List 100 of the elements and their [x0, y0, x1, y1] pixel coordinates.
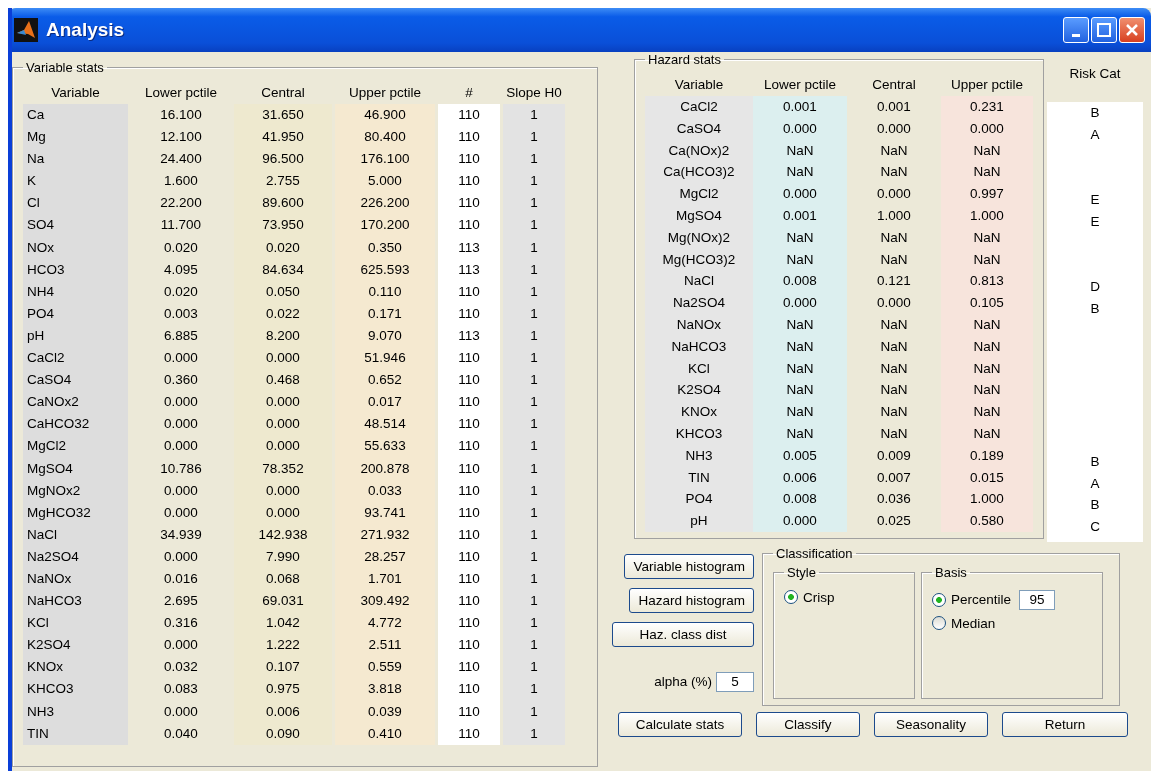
column-header: Variable	[50, 84, 101, 102]
table-cell: 110	[438, 302, 500, 325]
table-cell: 1	[503, 590, 565, 613]
table-cell: 110	[438, 457, 500, 480]
table-cell-text: 0.000	[163, 393, 199, 412]
table-cell: 110	[438, 104, 500, 127]
table-cell: 0.350	[335, 236, 435, 259]
table-cell: 142.938	[234, 523, 332, 546]
table-cell-text: NaN	[879, 250, 909, 269]
table-cell: 1	[503, 567, 565, 591]
table-cell-text: NaN	[879, 228, 909, 247]
table-cell: NH4	[23, 280, 128, 303]
table-cell: 176.100	[335, 148, 435, 171]
table-cell-text: 2.695	[163, 592, 199, 611]
table-cell: 110	[438, 391, 500, 414]
column-header: Lower pctile	[143, 84, 218, 102]
table-cell: 9.070	[335, 324, 435, 348]
table-cell: Mg(NOx)2	[645, 226, 753, 249]
table-cell-text: 0.000	[163, 481, 199, 500]
table-cell: 0.105	[941, 292, 1033, 314]
table-cell: TIN	[645, 466, 753, 489]
table-cell: 4.772	[335, 612, 435, 635]
input-field[interactable]: 95	[1019, 589, 1056, 610]
panel-title: Hazard stats	[648, 52, 721, 67]
table-cell: 2.755	[234, 170, 332, 193]
maximize-button[interactable]	[1091, 17, 1117, 43]
action-button[interactable]: Hazard histogram	[629, 587, 754, 613]
close-button[interactable]	[1119, 17, 1145, 43]
radio-button[interactable]	[932, 592, 946, 607]
table-cell-text: 0.003	[163, 304, 199, 323]
table-cell: NaN	[941, 379, 1033, 402]
table-cell: 1	[503, 324, 565, 348]
table-cell: CaHCO32	[23, 413, 128, 436]
table-cell: 0.000	[234, 479, 332, 502]
action-button[interactable]: Variable histogram	[624, 553, 754, 579]
table-cell-text: NaN	[879, 359, 909, 378]
table-cell: 96.500	[234, 148, 332, 171]
table-cell-text: 0.025	[876, 512, 912, 531]
table-cell: NaN	[941, 335, 1033, 358]
table-cell-text: NaN	[879, 163, 909, 182]
action-button[interactable]: Haz. class dist	[612, 621, 754, 647]
minimize-button[interactable]	[1063, 17, 1089, 43]
table-cell: K	[23, 170, 128, 193]
table-cell: NaN	[753, 357, 847, 380]
table-cell: 1	[503, 148, 565, 171]
table-cell: NaN	[753, 335, 847, 358]
table-cell: 110	[438, 656, 500, 679]
table-cell: 110	[438, 722, 500, 745]
table-cell: NaN	[941, 313, 1033, 336]
radio-button[interactable]	[932, 616, 946, 631]
table-cell: 0.001	[753, 96, 847, 118]
action-button[interactable]: Calculate stats	[618, 711, 742, 737]
table-cell: NaN	[941, 401, 1033, 423]
table-cell: 0.017	[335, 391, 435, 414]
table-cell: NOx	[23, 236, 128, 259]
table-cell: CaSO4	[645, 117, 753, 140]
table-cell: 0.110	[335, 280, 435, 303]
table-cell: KNOx	[645, 401, 753, 423]
table-cell: 1	[503, 435, 565, 458]
table-cell: KHCO3	[645, 422, 753, 445]
table-cell: 110	[438, 634, 500, 657]
table-cell: Na2SO4	[645, 292, 753, 314]
table-cell: 0.813	[941, 270, 1033, 293]
table-cell: Cl	[23, 192, 128, 215]
action-button[interactable]: Return	[1002, 711, 1128, 737]
table-cell: 110	[438, 347, 500, 370]
action-button[interactable]: Classify	[756, 711, 860, 737]
close-icon	[1125, 23, 1139, 37]
table-cell: SO4	[23, 214, 128, 237]
table-cell: Ca(NOx)2	[645, 139, 753, 162]
table-cell: 113	[438, 324, 500, 348]
table-cell: 0.039	[335, 700, 435, 723]
table-cell: 110	[438, 545, 500, 568]
column-header: Upper pctile	[949, 76, 1024, 94]
table-cell: HCO3	[23, 258, 128, 281]
table-cell: KHCO3	[23, 678, 128, 701]
table-cell: 0.107	[234, 656, 332, 679]
table-cell-text: NaN	[879, 424, 909, 443]
table-cell: 8.200	[234, 324, 332, 348]
table-cell: 69.031	[234, 590, 332, 613]
action-button[interactable]: Seasonality	[874, 711, 988, 737]
table-cell: 0.015	[941, 466, 1033, 489]
table-cell: MgCl2	[645, 183, 753, 205]
window-title: Analysis	[46, 19, 126, 41]
table-cell-text: 12.100	[159, 128, 203, 147]
table-cell: 110	[438, 192, 500, 215]
column-header: Central	[871, 76, 917, 94]
table-cell: NaN	[753, 248, 847, 271]
table-cell: 1	[503, 302, 565, 325]
table-cell: KCl	[645, 357, 753, 380]
table-cell: NaN	[753, 226, 847, 249]
radio-button[interactable]	[784, 590, 798, 605]
table-cell: 0.008	[753, 488, 847, 511]
table-cell: 110	[438, 369, 500, 392]
table-cell: 0.000	[753, 510, 847, 532]
table-cell: 0.975	[234, 678, 332, 701]
table-cell-text: 22.200	[159, 194, 203, 213]
table-cell-text: NaN	[879, 403, 909, 422]
table-cell: 0.020	[234, 236, 332, 259]
input-field[interactable]: 5	[716, 671, 754, 692]
